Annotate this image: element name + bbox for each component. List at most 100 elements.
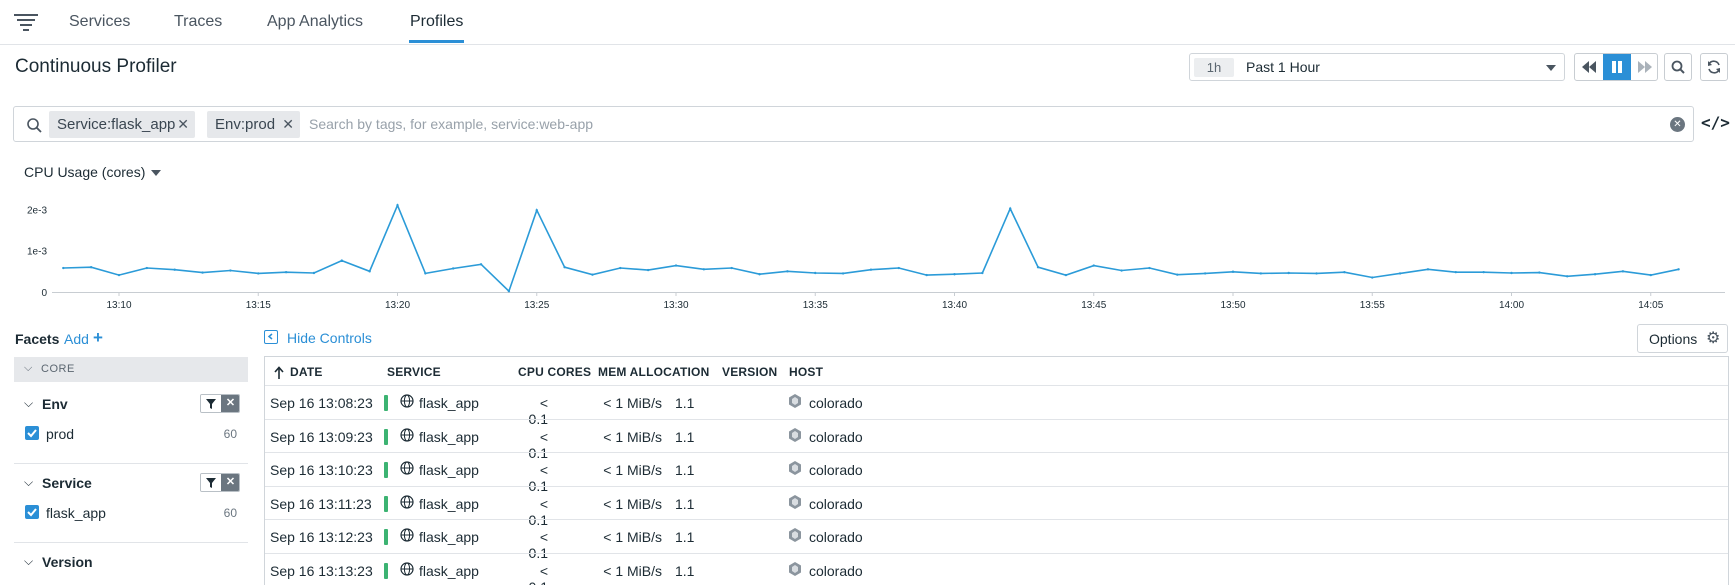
x-tick-label: 13:15 (246, 300, 271, 310)
filter-icon[interactable] (201, 395, 221, 412)
pause-icon (1612, 61, 1622, 73)
table-row[interactable]: Sep 16 13:11:23 flask_app < 0.1 < 1 MiB/s 1.… (265, 485, 1728, 528)
cell-date: Sep 16 13:10:23 (270, 462, 373, 479)
facet-actions: ✕ (200, 473, 240, 492)
table-row[interactable]: Sep 16 13:10:23 flask_app < 0.1 < 1 MiB/s 1.… (265, 452, 1728, 494)
data-point (981, 271, 984, 275)
service-color-bar (384, 428, 388, 445)
chevron-down-icon: ⌵ (24, 362, 33, 374)
data-point (786, 270, 789, 273)
data-point (89, 266, 93, 269)
fast-forward-button[interactable] (1631, 54, 1657, 80)
data-point (758, 273, 761, 276)
facet-version[interactable]: ⌵ Version (14, 552, 248, 572)
filter-icon[interactable] (201, 474, 221, 491)
cell-service: flask_app (419, 563, 479, 579)
cell-service: flask_app (419, 395, 479, 411)
collapse-panel-icon[interactable] (264, 330, 278, 344)
facet-value-label: flask_app (46, 505, 106, 521)
filter-lines-icon[interactable] (14, 14, 38, 32)
column-header-version[interactable]: VERSION (722, 365, 777, 379)
cpu-usage-series-line[interactable] (63, 203, 1679, 293)
refresh-icon (1708, 60, 1720, 74)
chevron-down-icon: ⌵ (24, 475, 34, 489)
data-point (1203, 272, 1207, 275)
table-row[interactable]: Sep 16 13:09:23 flask_app < 0.1 < 1 MiB/s 1.… (265, 418, 1728, 461)
data-point (173, 268, 176, 271)
globe-icon (400, 495, 414, 509)
close-icon[interactable]: ✕ (282, 111, 294, 138)
search-chip-service[interactable]: Service:flask_app ✕ (49, 111, 195, 138)
cell-service: flask_app (419, 462, 479, 479)
chevron-down-icon: ⌵ (24, 396, 34, 410)
cell-service: flask_app (419, 529, 479, 546)
hide-controls-link[interactable]: Hide Controls (287, 330, 372, 346)
x-tick-label: 14:00 (1499, 300, 1524, 310)
time-range-selector[interactable]: 1h Past 1 Hour (1189, 53, 1565, 81)
data-point (591, 273, 594, 276)
search-bar[interactable]: Service:flask_app ✕ Env:prod ✕ Search by… (13, 106, 1694, 142)
data-point (1315, 272, 1318, 275)
fast-forward-icon (1638, 61, 1652, 73)
column-header-cpu-cores[interactable]: CPU CORES (518, 365, 591, 379)
data-point (479, 263, 483, 266)
x-tick-label: 13:40 (942, 300, 967, 310)
x-tick-label: 13:50 (1220, 300, 1245, 310)
data-point (1120, 269, 1123, 272)
column-header-host[interactable]: HOST (789, 365, 823, 379)
facet-service[interactable]: ⌵ Service ✕ (14, 473, 248, 493)
facet-value-prod[interactable]: prod 60 (25, 424, 247, 444)
data-point (869, 268, 873, 271)
code-icon[interactable]: </> (1701, 113, 1730, 132)
top-nav: Services Traces App Analytics Profiles (0, 0, 1735, 45)
facet-value-flask-app[interactable]: flask_app 60 (25, 503, 247, 523)
facet-env[interactable]: ⌵ Env ✕ (14, 394, 248, 414)
close-icon[interactable]: ✕ (177, 111, 189, 138)
x-tick-label: 13:25 (524, 300, 549, 310)
data-point (1566, 275, 1569, 278)
divider (14, 463, 248, 464)
playback-controls (1574, 53, 1658, 81)
x-tick-label: 13:30 (663, 300, 688, 310)
column-header-service[interactable]: SERVICE (387, 365, 441, 379)
table-row[interactable]: Sep 16 13:13:23 flask_app < 0.1 < 1 MiB/s 1.… (265, 553, 1728, 585)
data-point (201, 271, 204, 274)
facet-group-core[interactable]: ⌵ CORE (14, 357, 248, 382)
facet-value-label: prod (46, 426, 75, 442)
table-row[interactable]: Sep 16 13:12:23 flask_app < 0.1 < 1 MiB/s 1.… (265, 519, 1728, 561)
tab-traces[interactable]: Traces (174, 13, 222, 31)
zoom-button[interactable] (1664, 53, 1692, 81)
column-header-mem-allocation[interactable]: MEM ALLOCATION (598, 365, 709, 379)
table-row[interactable]: Sep 16 13:08:23 flask_app < 0.1 < 1 MiB/s 1.… (265, 385, 1728, 427)
data-point (1621, 270, 1625, 273)
pause-button[interactable] (1603, 54, 1631, 80)
checkbox-checked-icon[interactable] (25, 505, 39, 519)
clear-search-icon[interactable]: ✕ (1670, 117, 1685, 132)
chevron-down-icon[interactable] (151, 170, 161, 176)
data-point (730, 266, 733, 270)
arrow-up-icon[interactable] (274, 366, 284, 379)
search-input[interactable]: Search by tags, for example, service:web… (309, 116, 593, 132)
refresh-button[interactable] (1700, 53, 1728, 81)
cell-mem-allocation: < 1 MiB/s (603, 563, 662, 579)
page-title: Continuous Profiler (15, 56, 177, 77)
tab-profiles[interactable]: Profiles (410, 13, 463, 31)
facets-add-link[interactable]: Add (64, 331, 89, 347)
search-chip-env[interactable]: Env:prod ✕ (207, 111, 300, 138)
data-point (452, 267, 455, 270)
checkbox-checked-icon[interactable] (25, 426, 39, 440)
tab-app-analytics[interactable]: App Analytics (267, 13, 363, 31)
host-icon (789, 528, 801, 543)
column-header-date[interactable]: DATE (290, 365, 323, 379)
close-icon[interactable]: ✕ (221, 474, 239, 491)
facet-actions: ✕ (200, 394, 240, 413)
rewind-button[interactable] (1575, 54, 1603, 80)
options-button[interactable]: Options ⚙ (1637, 324, 1728, 353)
metric-selector[interactable]: CPU Usage (cores) (24, 164, 145, 180)
data-point (424, 272, 427, 275)
tab-services[interactable]: Services (69, 13, 130, 31)
close-icon[interactable]: ✕ (221, 395, 239, 412)
cell-mem-allocation: < 1 MiB/s (603, 395, 662, 411)
data-point (1259, 272, 1263, 275)
plus-icon[interactable]: + (93, 328, 103, 348)
